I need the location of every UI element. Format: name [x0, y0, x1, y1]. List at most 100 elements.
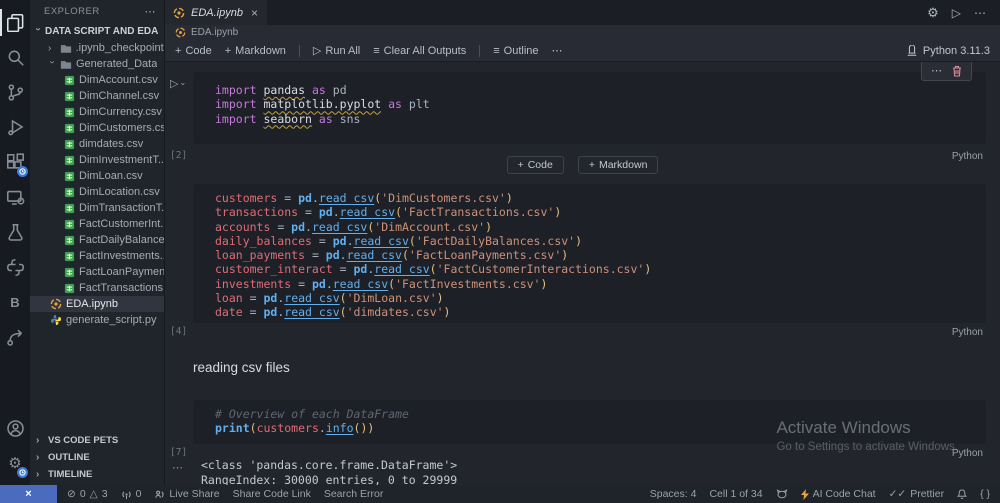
add-markdown-button[interactable]: + Markdown — [225, 45, 286, 57]
delete-cell-icon[interactable] — [952, 65, 962, 77]
file-item-notebook-selected[interactable]: EDA.ipynb — [30, 296, 164, 312]
testing-icon[interactable] — [0, 215, 30, 250]
source-control-icon[interactable] — [0, 75, 30, 110]
breadcrumb[interactable]: EDA.ipynb — [165, 25, 1000, 40]
file-item-csv[interactable]: DimChannel.csv — [30, 88, 164, 104]
explorer-more-icon[interactable]: ⋯ — [145, 5, 157, 18]
outline-button[interactable]: ≡ Outline — [493, 45, 538, 57]
output-more-icon[interactable]: ⋯ — [172, 461, 183, 474]
file-item-csv[interactable]: FactCustomerInt... — [30, 216, 164, 232]
cell-position-indicator[interactable]: Cell 1 of 34 — [709, 488, 762, 500]
csv-file-icon — [64, 283, 75, 294]
cell-more-icon[interactable]: ⋯ — [931, 64, 942, 77]
search-error-button[interactable]: Search Error — [324, 488, 384, 500]
settings-gear-icon[interactable]: ⚙ — [0, 446, 30, 481]
toolbar-separator — [298, 44, 300, 57]
csv-file-icon — [64, 75, 75, 86]
clear-all-outputs-button[interactable]: ≡ Clear All Outputs — [373, 45, 466, 57]
share-code-link-button[interactable]: Share Code Link — [233, 488, 311, 500]
outline-icon: ≡ — [493, 44, 500, 57]
cell-2-code[interactable]: customers = pd.read_csv('DimCustomers.cs… — [193, 184, 986, 323]
csv-file-icon — [64, 219, 75, 230]
braces-indicator[interactable]: { } — [980, 488, 990, 500]
kernel-picker[interactable]: Python 3.11.3 — [906, 44, 990, 57]
live-share-button[interactable]: Live Share — [154, 488, 220, 500]
code-cell-1[interactable]: ▷ ⌄ import pandas as pd import matplotlib.… — [165, 62, 1000, 164]
chevron-down-icon: › — [46, 60, 58, 64]
insert-markdown-button[interactable]: + Markdown — [577, 156, 659, 174]
add-code-button[interactable]: + Code — [175, 45, 212, 57]
search-icon[interactable] — [0, 40, 30, 75]
cell-language-picker[interactable]: Python — [952, 327, 983, 338]
file-item-csv[interactable]: FactLoanPaymen... — [30, 264, 164, 280]
insert-cell-bar: + Code + Markdown — [165, 156, 1000, 174]
csv-file-icon — [64, 203, 75, 214]
file-item-csv[interactable]: FactTransactions.... — [30, 280, 164, 296]
insert-code-button[interactable]: + Code — [506, 156, 564, 174]
explorer-sidebar: EXPLORER ⋯ › DATA SCRIPT AND EDA › .ipyn… — [30, 0, 165, 485]
extensions-icon[interactable] — [0, 145, 30, 180]
file-item-csv[interactable]: DimCustomers.csv — [30, 120, 164, 136]
kernel-icon — [906, 44, 918, 57]
notebook-toolbar: + Code + Markdown ▷ Run All ≡ Clear All Outp… — [165, 40, 1000, 62]
editor-more-icon[interactable]: ⋯ — [974, 6, 986, 20]
ai-code-chat-button[interactable]: AI Code Chat — [800, 488, 876, 500]
explorer-icon[interactable] — [0, 5, 30, 40]
csv-file-icon — [64, 91, 75, 102]
chevron-right-icon: › — [36, 452, 40, 463]
panel-vscode-pets[interactable]: › VS CODE PETS — [30, 432, 164, 449]
run-all-button[interactable]: ▷ Run All — [313, 44, 360, 58]
folder-item-generated-data[interactable]: › Generated_Data — [30, 56, 164, 72]
toolbar-separator — [479, 44, 481, 57]
file-item-csv[interactable]: DimLoan.csv — [30, 168, 164, 184]
markdown-cell[interactable]: reading csv files — [193, 360, 290, 375]
problems-indicator[interactable]: ⊘ 0 △ 3 — [67, 488, 108, 500]
file-item-csv[interactable]: DimLocation.csv — [30, 184, 164, 200]
extensions-update-badge — [17, 166, 28, 177]
copilot-cat-icon[interactable] — [776, 488, 788, 500]
csv-file-icon — [64, 107, 75, 118]
run-debug-icon[interactable] — [0, 110, 30, 145]
cell-1-code[interactable]: import pandas as pd import matplotlib.pyp… — [193, 72, 986, 144]
bookmarks-icon[interactable]: B — [0, 285, 30, 320]
file-item-csv[interactable]: dimdates.csv — [30, 136, 164, 152]
output-line: <class 'pandas.core.frame.DataFrame'> — [201, 458, 458, 472]
file-item-csv[interactable]: DimCurrency.csv — [30, 104, 164, 120]
plus-icon: + — [588, 159, 595, 171]
file-item-csv[interactable]: FactDailyBalance... — [30, 232, 164, 248]
folder-open-icon — [60, 59, 72, 70]
spaces-indicator[interactable]: Spaces: 4 — [650, 488, 697, 500]
plus-icon: + — [224, 44, 232, 57]
panel-outline[interactable]: › OUTLINE — [30, 449, 164, 466]
live-share-icon — [154, 489, 165, 500]
file-item-csv[interactable]: DimInvestmentT... — [30, 152, 164, 168]
csv-file-icon — [64, 251, 75, 262]
python-file-icon — [50, 314, 62, 326]
cell-toolbar: ⋯ — [921, 62, 972, 81]
code-cell-2[interactable]: customers = pd.read_csv('DimCustomers.cs… — [165, 184, 1000, 340]
tab-close-icon[interactable]: × — [251, 6, 258, 20]
run-cell-button[interactable]: ▷ ⌄ — [170, 77, 186, 90]
execution-count: [4] — [170, 326, 188, 337]
toolbar-more-icon[interactable]: ⋯ — [552, 44, 563, 57]
remote-explorer-icon[interactable] — [0, 180, 30, 215]
ports-indicator[interactable]: 0 — [121, 488, 141, 500]
remote-icon: × — [25, 488, 32, 500]
folder-icon — [60, 43, 72, 54]
tab-eda-ipynb[interactable]: EDA.ipynb × — [165, 0, 267, 25]
file-item-csv[interactable]: DimAccount.csv — [30, 72, 164, 88]
prettier-button[interactable]: ✓✓ Prettier — [889, 488, 944, 500]
editor-gear-icon[interactable]: ⚙ — [927, 5, 939, 21]
file-item-csv[interactable]: FactInvestments.... — [30, 248, 164, 264]
python-icon[interactable] — [0, 250, 30, 285]
folder-item-checkpoints[interactable]: › .ipynb_checkpoints — [30, 40, 164, 56]
notifications-bell-icon[interactable] — [957, 488, 968, 500]
workspace-section-header[interactable]: › DATA SCRIPT AND EDA — [30, 22, 164, 40]
account-icon[interactable] — [0, 411, 30, 446]
file-item-python-script[interactable]: generate_script.py — [30, 312, 164, 328]
remote-indicator[interactable]: × — [0, 485, 57, 503]
file-item-csv[interactable]: DimTransactionT... — [30, 200, 164, 216]
panel-timeline[interactable]: › TIMELINE — [30, 466, 164, 483]
editor-run-icon[interactable]: ▷ — [952, 6, 961, 20]
share-icon[interactable] — [0, 320, 30, 355]
